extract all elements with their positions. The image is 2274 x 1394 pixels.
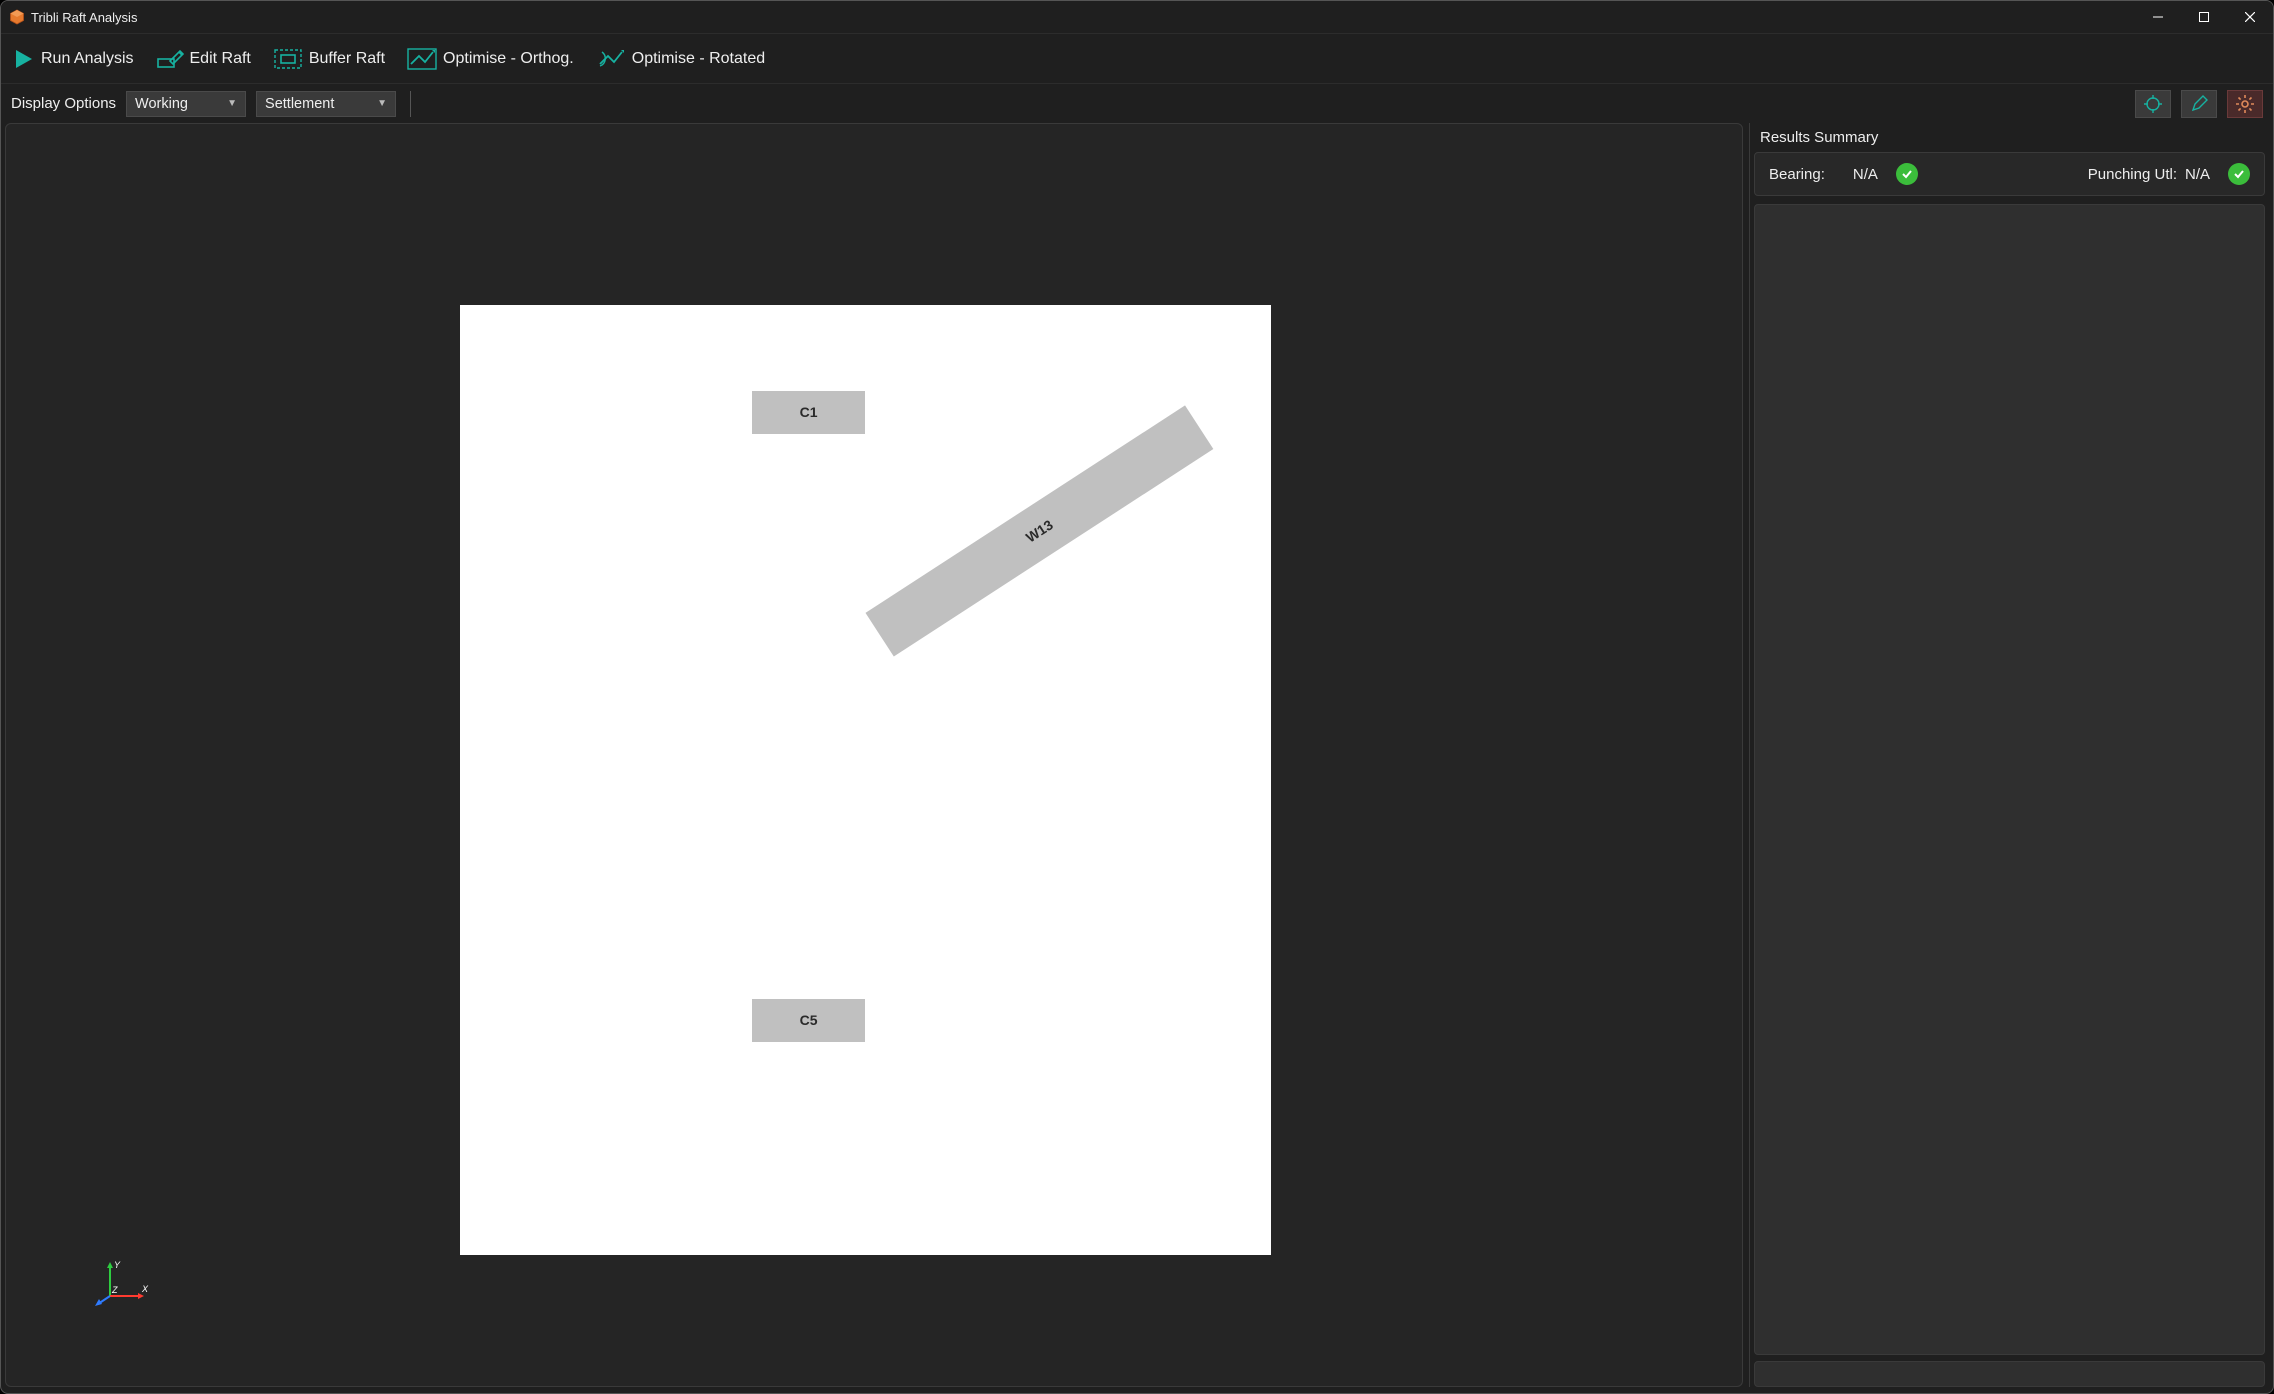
axis-z-label: Z — [111, 1285, 118, 1295]
buffer-raft-label: Buffer Raft — [309, 50, 385, 68]
punching-status-ok-icon — [2228, 163, 2250, 185]
optimise-orthog-icon — [407, 48, 437, 70]
target-icon — [2144, 95, 2162, 113]
optimise-orthog-button[interactable]: Optimise - Orthog. — [405, 44, 576, 74]
combo1-value: Working — [135, 96, 188, 112]
titlebar: Tribli Raft Analysis — [1, 1, 2273, 33]
column-c5[interactable]: C5 — [752, 999, 865, 1043]
punching-label: Punching Utl: — [2088, 166, 2177, 183]
bearing-value: N/A — [1853, 166, 1878, 183]
bearing-label: Bearing: — [1769, 166, 1825, 183]
axis-triad: Y X Z — [92, 1260, 152, 1310]
window-controls — [2135, 1, 2273, 33]
display-options-label: Display Options — [11, 95, 116, 112]
column-c1-label: C1 — [800, 404, 818, 420]
bearing-summary: Bearing: N/A — [1769, 166, 1878, 183]
axis-triad-icon: Y X Z — [92, 1260, 152, 1310]
edit-raft-label: Edit Raft — [190, 50, 251, 68]
results-footer — [1754, 1361, 2265, 1387]
optimise-orthog-label: Optimise - Orthog. — [443, 50, 574, 68]
optimise-rotated-label: Optimise - Rotated — [632, 50, 765, 68]
main-toolbar: Run Analysis Edit Raft Buffer Raft Opt — [1, 33, 2273, 83]
optimise-rotated-icon — [596, 48, 626, 70]
column-c1[interactable]: C1 — [752, 391, 865, 435]
results-panel: Results Summary Bearing: N/A Punching Ut… — [1749, 123, 2269, 1387]
wall-w13-label: W13 — [1023, 516, 1056, 545]
window-title: Tribli Raft Analysis — [31, 10, 137, 25]
wall-w13[interactable]: W13 — [866, 405, 1214, 656]
axis-x-label: X — [141, 1284, 149, 1294]
viewport-settings-button[interactable] — [2227, 90, 2263, 118]
run-analysis-button[interactable]: Run Analysis — [11, 43, 136, 75]
chevron-down-icon: ▼ — [227, 98, 237, 109]
viewport-tool-edit-button[interactable] — [2181, 90, 2217, 118]
app-window: Tribli Raft Analysis Run Analysis — [0, 0, 2274, 1394]
column-c5-label: C5 — [800, 1012, 818, 1028]
viewport-wrapper: C1 W13 C5 Y — [5, 123, 1743, 1387]
app-icon — [9, 9, 25, 25]
viewport-tool-target-button[interactable] — [2135, 90, 2171, 118]
buffer-raft-icon — [273, 48, 303, 70]
gear-icon — [2236, 95, 2254, 113]
play-icon — [13, 47, 35, 71]
display-options-combo-1[interactable]: Working ▼ — [126, 91, 246, 117]
minimize-button[interactable] — [2135, 1, 2181, 33]
viewport[interactable]: C1 W13 C5 Y — [5, 123, 1743, 1387]
display-options-combo-2[interactable]: Settlement ▼ — [256, 91, 396, 117]
pencil-icon — [2190, 95, 2208, 113]
punching-value: N/A — [2185, 166, 2210, 183]
buffer-raft-button[interactable]: Buffer Raft — [271, 44, 387, 74]
results-summary-row: Bearing: N/A Punching Utl: N/A — [1754, 152, 2265, 196]
chevron-down-icon: ▼ — [377, 98, 387, 109]
optimise-rotated-button[interactable]: Optimise - Rotated — [594, 44, 767, 74]
maximize-button[interactable] — [2181, 1, 2227, 33]
run-analysis-label: Run Analysis — [41, 50, 134, 68]
edit-raft-icon — [156, 47, 184, 71]
axis-y-label: Y — [114, 1260, 121, 1270]
results-body — [1754, 204, 2265, 1355]
titlebar-left: Tribli Raft Analysis — [9, 9, 137, 25]
options-bar: Display Options Working ▼ Settlement ▼ — [1, 83, 2273, 123]
bearing-status-ok-icon — [1896, 163, 1918, 185]
edit-raft-button[interactable]: Edit Raft — [154, 43, 253, 75]
main-split: C1 W13 C5 Y — [1, 123, 2273, 1393]
punching-summary: Punching Utl: N/A — [2088, 166, 2210, 183]
canvas-area: C1 W13 C5 Y — [12, 130, 1736, 1380]
results-panel-title: Results Summary — [1750, 123, 2269, 152]
combo2-value: Settlement — [265, 96, 334, 112]
close-button[interactable] — [2227, 1, 2273, 33]
raft-sheet: C1 W13 C5 — [460, 305, 1270, 1255]
options-divider — [410, 91, 411, 117]
